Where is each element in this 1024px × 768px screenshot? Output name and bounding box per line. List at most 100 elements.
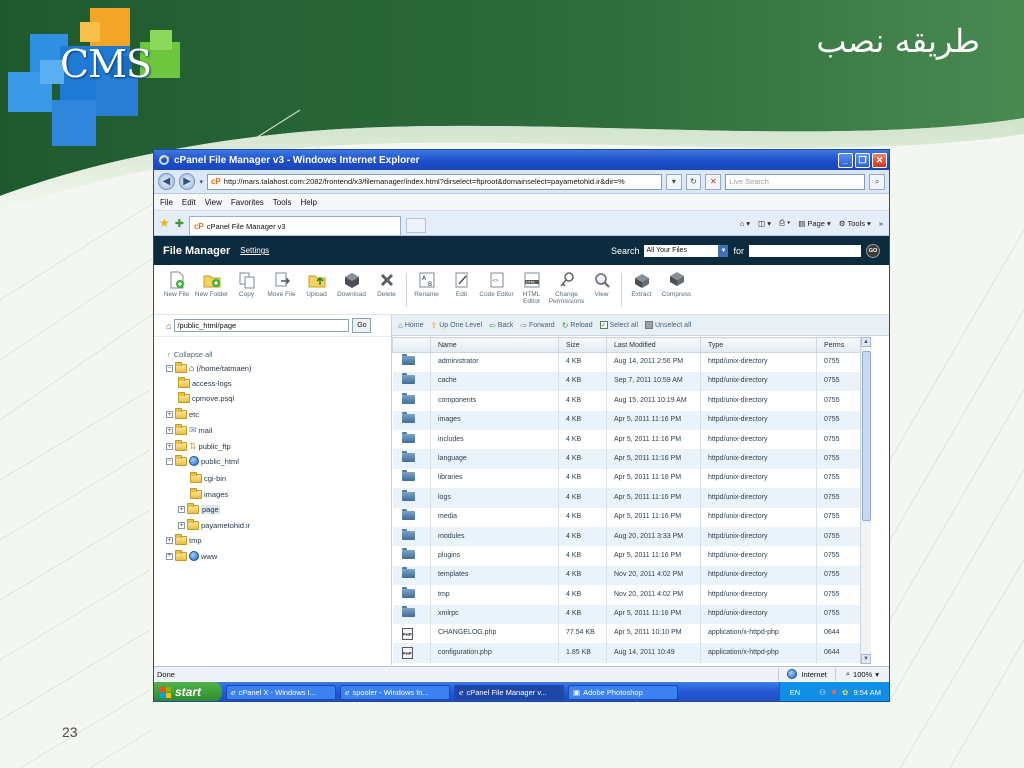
menu-file[interactable]: File [160,198,173,207]
file-name[interactable]: tmp [430,585,559,605]
path-input[interactable]: /public_html/page [174,319,350,332]
column-header-perms[interactable]: Perms [816,337,861,353]
tree-node-images[interactable]: images [190,488,228,499]
rename-button[interactable]: AB Rename [409,265,444,298]
nav-up-button[interactable]: ⇧ Up One Level [431,321,483,330]
tab-cpanel-file-manager[interactable]: cP cPanel File Manager v3 [188,216,401,235]
table-row[interactable]: modules 4 KB Aug 20, 2011 3:33 PM httpd/uni… [392,527,861,547]
table-row[interactable]: plugins 4 KB Apr 5, 2011 11:16 PM httpd/uni… [392,546,861,566]
menu-tools[interactable]: Tools [273,198,292,207]
column-header-name[interactable]: Name [430,337,559,353]
download-button[interactable]: Download [334,265,369,298]
column-header-size[interactable]: Size [558,337,607,353]
tree-node-public-html[interactable]: − public_html [166,454,239,466]
new-folder-button[interactable]: New Folder [194,265,229,298]
menu-edit[interactable]: Edit [182,198,196,207]
forward-nav-button[interactable]: ▶ [178,173,196,190]
table-row[interactable]: images 4 KB Apr 5, 2011 11:16 PM httpd/unix… [392,410,861,431]
copy-button[interactable]: Copy [229,265,264,298]
table-row[interactable]: includes 4 KB Apr 5, 2011 11:16 PM httpd/un… [392,430,861,450]
tree-node-tmp[interactable]: + tmp [166,534,202,545]
table-row[interactable]: media 4 KB Apr 5, 2011 11:16 PM httpd/unix-… [392,507,861,528]
page-menu[interactable]: ▤ Page ▾ [798,219,831,228]
file-name[interactable]: xmlrpc [430,604,559,624]
edit-button[interactable]: Edit [444,265,479,298]
search-go-button[interactable]: GO [866,243,880,258]
table-row[interactable]: administrator 4 KB Aug 14, 2011 2:56 PM htt… [392,352,861,372]
security-zone[interactable]: Internet [778,667,834,681]
tree-node-home[interactable]: − ⌂ (/home/tatmaen) [166,361,251,373]
nav-reload-button[interactable]: ↻ Reload [562,321,593,330]
upload-button[interactable]: Upload [299,265,334,298]
language-indicator[interactable]: EN [790,688,800,697]
table-row[interactable]: language 4 KB Apr 5, 2011 11:16 PM httpd/un… [392,449,861,469]
file-name[interactable]: templates [430,565,559,586]
taskbar-item-photoshop[interactable]: ▣ Adobe Photoshop [568,684,678,700]
history-dropdown-icon[interactable]: ▾ [199,178,203,186]
table-row[interactable]: PHP CHANGELOG.php 77.54 KB Apr 5, 2011 10:1… [392,623,861,644]
close-button[interactable]: ✕ [872,152,887,168]
back-nav-button[interactable]: ◀ [158,173,175,190]
window-titlebar[interactable]: cPanel File Manager v3 - Windows Interne… [154,150,889,170]
file-list-scrollbar[interactable]: ▲ ▼ [860,337,871,664]
file-name[interactable]: configuration.php [430,643,559,663]
table-row[interactable]: components 4 KB Aug 15, 2011 10:19 AM httpd… [392,391,861,411]
table-row[interactable]: templates 4 KB Nov 20, 2011 4:02 PM httpd/u… [392,565,861,586]
address-dropdown-button[interactable]: ▾ [665,173,682,190]
scroll-up-arrow-icon[interactable]: ▲ [861,337,871,347]
html-editor-button[interactable]: HTML HTML Editor [514,265,549,305]
refresh-button[interactable]: ↻ [685,173,702,190]
table-row[interactable]: xmlrpc 4 KB Apr 5, 2011 11:16 PM httpd/unix… [392,604,861,624]
change-permissions-button[interactable]: Change Permissions [549,265,584,305]
tree-node-etc[interactable]: + etc [166,408,199,419]
menu-view[interactable]: View [205,198,222,207]
tree-node-access-logs[interactable]: access-logs [178,377,232,388]
feeds-icon[interactable]: ◫ ▾ [758,219,771,228]
tree-node-cgi-bin[interactable]: cgi-bin [190,472,226,483]
table-row[interactable]: tmp 4 KB Nov 20, 2011 4:02 PM httpd/unix-di… [392,585,861,605]
compress-button[interactable]: Compress [659,265,694,298]
file-name[interactable]: plugins [430,546,559,566]
table-row[interactable]: libraries 4 KB Apr 5, 2011 11:16 PM httpd/u… [392,468,861,489]
restore-button[interactable]: ❐ [855,152,870,168]
search-term-input[interactable] [749,244,861,257]
scrollbar-thumb[interactable] [862,351,871,521]
column-header-modified[interactable]: Last Modified [606,337,701,353]
home-icon[interactable]: ⌂ ▾ [740,219,750,228]
nav-forward-button[interactable]: ⇨ Forward [520,321,554,330]
delete-button[interactable]: Delete [369,265,404,298]
table-row[interactable]: PHP configuration.php 1.85 KB Aug 14, 2011 … [392,643,861,663]
collapse-all-link[interactable]: ↑ Collapse all [167,350,213,359]
file-name[interactable]: includes [430,430,559,450]
table-row[interactable]: cache 4 KB Sep 7, 2011 10:59 AM httpd/unix-… [392,371,861,392]
zoom-control[interactable]: ⌕ 100% ▾ [834,667,889,681]
tray-security-icon[interactable]: ✖ [831,688,837,697]
live-search-input[interactable]: Live Search [725,173,866,190]
menu-help[interactable]: Help [300,198,316,207]
tree-node-public-ftp[interactable]: + ⇅ public_ftp [166,440,231,452]
file-name[interactable]: logs [430,488,559,508]
add-favorite-icon[interactable]: ✚ [175,217,184,230]
column-header-type[interactable]: Type [700,337,817,353]
search-scope-select[interactable]: All Your Files ▼ [644,244,729,257]
new-tab-button[interactable] [405,218,426,233]
view-button[interactable]: View [584,265,619,298]
print-icon[interactable]: ⎙ ▾ [779,218,790,228]
tree-node-payametohid[interactable]: + payametohid.ir [178,519,250,530]
taskbar-item-cpanel-x[interactable]: ℯ cPanel X - Windows I... [226,684,336,700]
move-file-button[interactable]: Move File [264,265,299,298]
search-button[interactable]: ⌕ [869,173,885,190]
taskbar-item-file-manager[interactable]: ℯ cPanel File Manager v... [454,684,564,700]
file-name[interactable]: components [430,391,559,411]
tree-node-cpmove[interactable]: cpmove.psql [178,392,234,403]
settings-link[interactable]: Settings [240,246,269,255]
file-name[interactable]: images [430,410,559,431]
unselect-all-button[interactable]: Unselect all [645,321,691,329]
select-all-button[interactable]: ✓ Select all [599,321,638,329]
menu-favorites[interactable]: Favorites [231,198,264,207]
tree-node-page[interactable]: + page [178,503,220,514]
file-name[interactable]: libraries [430,468,559,489]
taskbar-item-spooler[interactable]: ℯ spooler - Windows In... [340,684,450,700]
nav-home-button[interactable]: ⌂ Home [398,321,424,330]
nav-back-button[interactable]: ⇦ Back [489,321,513,330]
